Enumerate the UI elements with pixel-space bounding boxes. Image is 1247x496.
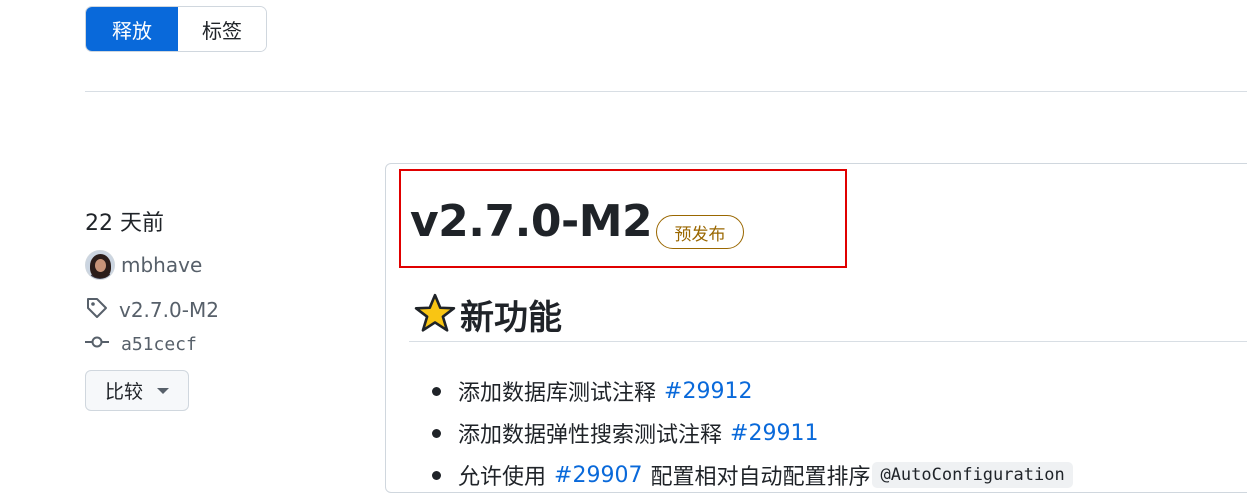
compare-label: 比较 [104,381,143,403]
release-commit-link[interactable]: a51cecf [85,332,197,356]
tab-releases[interactable]: 释放 [86,7,178,51]
release-time: 22 天前 [85,211,164,236]
list-item: 允许使用 #29907 配置相对自动配置排序 @AutoConfiguratio… [432,454,1073,496]
item-text: 允许使用 [458,465,547,490]
list-item: 添加数据库测试注释 #29912 [432,370,1073,412]
inline-code: @AutoConfiguration [872,462,1073,488]
caret-down-icon [157,387,169,394]
section-divider [409,341,1247,342]
feature-list: 添加数据库测试注释 #29912 添加数据弹性搜索测试注释 #29911 允许使… [432,370,1073,496]
tab-tags[interactable]: 标签 [178,7,266,51]
section-heading: 新功能 [414,290,562,339]
item-text-after: 配置相对自动配置排序 [650,465,871,490]
release-tag-link[interactable]: v2.7.0-M2 [85,296,219,324]
author-name[interactable]: mbhave [121,253,202,277]
list-item: 添加数据弹性搜索测试注释 #29911 [432,412,1073,454]
pr-link[interactable]: #29912 [664,379,752,404]
tag-icon [85,296,109,324]
bullet [432,428,441,438]
item-text: 添加数据库测试注释 [458,381,657,406]
compare-button[interactable]: 比较 [85,370,189,411]
header-divider [85,91,1247,92]
star-icon [414,292,456,338]
release-tag-toggle: 释放 标签 [85,6,267,52]
commit-hash[interactable]: a51cecf [121,334,197,355]
bullet [432,386,441,396]
release-author[interactable]: mbhave [85,250,202,280]
git-commit-icon [85,332,109,356]
item-text: 添加数据弹性搜索测试注释 [458,423,723,448]
tag-name[interactable]: v2.7.0-M2 [119,298,219,322]
avatar[interactable] [85,250,115,280]
pr-link[interactable]: #29907 [554,463,642,488]
pr-link[interactable]: #29911 [730,421,818,446]
bullet [432,470,441,480]
annotation-highlight-box [399,169,847,268]
section-heading-text: 新功能 [460,298,562,338]
